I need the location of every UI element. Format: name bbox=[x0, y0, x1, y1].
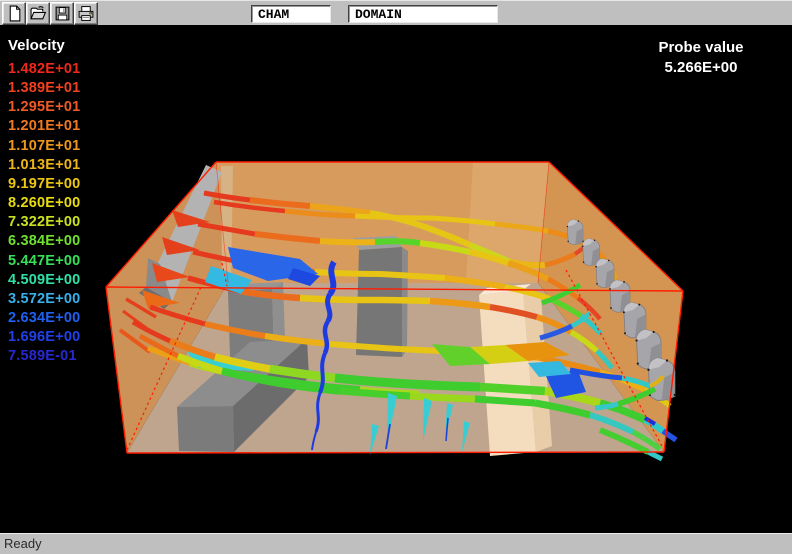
open-folder-icon bbox=[30, 5, 47, 22]
legend-entry: 1.295E+01 bbox=[8, 98, 80, 117]
probe-value: 5.266E+00 bbox=[645, 58, 757, 78]
printer-icon bbox=[77, 5, 95, 22]
legend: 1.482E+01 1.389E+01 1.295E+01 1.201E+01 … bbox=[8, 60, 80, 367]
legend-entry: 5.447E+00 bbox=[8, 252, 80, 271]
legend-entry: 1.482E+01 bbox=[8, 60, 80, 79]
legend-entry: 1.013E+01 bbox=[8, 156, 80, 175]
corner-strip bbox=[221, 166, 233, 285]
toolbar bbox=[0, 0, 792, 25]
probe-label: Probe value bbox=[645, 38, 757, 58]
legend-entry: 1.107E+01 bbox=[8, 137, 80, 156]
legend-entry: 1.201E+01 bbox=[8, 117, 80, 136]
new-document-icon bbox=[6, 5, 23, 22]
open-button[interactable] bbox=[26, 2, 50, 25]
legend-entry: 7.589E-01 bbox=[8, 347, 80, 366]
legend-entry: 2.634E+00 bbox=[8, 309, 80, 328]
status-bar: Ready bbox=[0, 533, 792, 554]
legend-entry: 1.389E+01 bbox=[8, 79, 80, 98]
legend-entry: 7.322E+00 bbox=[8, 213, 80, 232]
probe-readout: Probe value 5.266E+00 bbox=[645, 38, 757, 78]
legend-entry: 6.384E+00 bbox=[8, 232, 80, 251]
legend-entry: 9.197E+00 bbox=[8, 175, 80, 194]
domain-field[interactable] bbox=[348, 5, 498, 23]
status-text: Ready bbox=[4, 536, 42, 551]
scene-3d[interactable] bbox=[0, 25, 792, 533]
cham-field[interactable] bbox=[251, 5, 331, 23]
legend-entry: 1.696E+00 bbox=[8, 328, 80, 347]
rack-middle bbox=[354, 236, 408, 357]
save-button[interactable] bbox=[50, 2, 74, 25]
new-button[interactable] bbox=[2, 2, 26, 25]
graphics-viewport: Velocity 1.482E+01 1.389E+01 1.295E+01 1… bbox=[0, 25, 792, 533]
plot-variable-title: Velocity bbox=[8, 37, 65, 54]
floppy-disk-icon bbox=[54, 5, 71, 22]
print-button[interactable] bbox=[74, 2, 98, 25]
legend-entry: 4.509E+00 bbox=[8, 271, 80, 290]
legend-entry: 3.572E+00 bbox=[8, 290, 80, 309]
legend-entry: 8.260E+00 bbox=[8, 194, 80, 213]
